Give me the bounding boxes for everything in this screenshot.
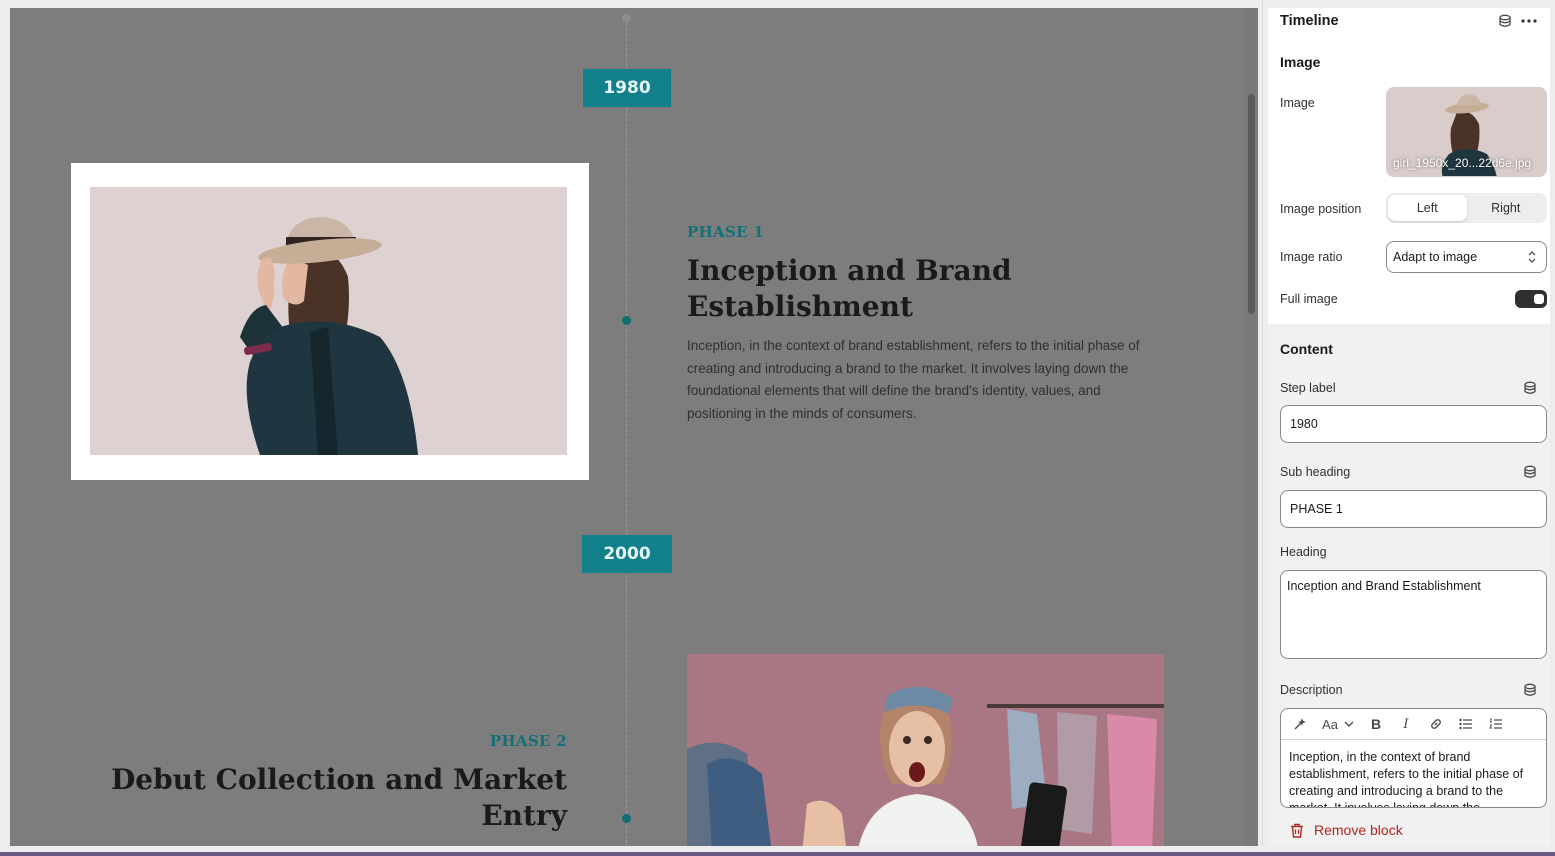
- step-1-sub-heading: PHASE 1: [687, 223, 765, 241]
- step-1-image-frame[interactable]: [71, 163, 589, 480]
- image-position-label: Image position: [1280, 202, 1362, 216]
- chevron-down-icon: [1344, 721, 1354, 727]
- step-2-sub-heading: PHASE 2: [489, 732, 567, 750]
- step-1-image: [90, 187, 567, 455]
- dynamic-source-icon[interactable]: [1521, 681, 1539, 699]
- sub-heading-label: Sub heading: [1280, 465, 1351, 479]
- image-position-left-button[interactable]: Left: [1388, 195, 1467, 221]
- image-ratio-value: Adapt to image: [1393, 250, 1478, 264]
- rte-toolbar: Aa B I: [1281, 709, 1546, 740]
- timeline-start-dot: [622, 14, 631, 23]
- step-label-label: Step label: [1280, 381, 1336, 395]
- timeline-dot-1: [622, 316, 631, 325]
- magic-sparkle-icon[interactable]: [1287, 713, 1313, 735]
- heading-label: Heading: [1280, 545, 1327, 559]
- image-position-right-button[interactable]: Right: [1467, 195, 1546, 221]
- image-picker[interactable]: girl_1950x_20...22d6e.jpg: [1386, 87, 1547, 177]
- excited-woman-shopping-photo: [687, 654, 1164, 846]
- timeline-dot-2: [622, 814, 631, 823]
- image-filename: girl_1950x_20...22d6e.jpg: [1393, 156, 1532, 170]
- toggle-knob: [1534, 294, 1544, 304]
- step-1-heading: Inception and Brand Establishment: [687, 253, 1167, 325]
- link-icon[interactable]: [1423, 713, 1449, 735]
- step-1-heading-line-2: Establishment: [687, 290, 913, 323]
- theme-editor: 1980 PHASE 1 Inception and Brand Establi…: [0, 0, 1555, 856]
- dynamic-source-icon[interactable]: [1521, 379, 1539, 397]
- italic-icon[interactable]: I: [1393, 713, 1419, 735]
- step-label-field[interactable]: 1980: [1280, 405, 1547, 443]
- numbered-list-icon[interactable]: [1483, 713, 1509, 735]
- description-editor: Aa B I Inception, in the context of bran…: [1280, 708, 1547, 808]
- description-text[interactable]: Inception, in the context of brand estab…: [1281, 740, 1546, 807]
- preview-scrollbar-thumb[interactable]: [1248, 94, 1255, 314]
- timeline-line: [626, 18, 627, 846]
- preview-canvas: 1980 PHASE 1 Inception and Brand Establi…: [10, 8, 1244, 846]
- content-section-title: Content: [1280, 341, 1333, 357]
- trash-icon: [1291, 823, 1303, 838]
- step-2-image[interactable]: [687, 654, 1164, 846]
- settings-sidebar: Timeline Image Image girl_1950x_20...22d…: [1268, 8, 1550, 846]
- step-2-heading-line-2: Entry: [481, 799, 567, 832]
- bullet-list-icon[interactable]: [1453, 713, 1479, 735]
- more-options-icon[interactable]: [1520, 12, 1538, 30]
- image-ratio-label: Image ratio: [1280, 250, 1343, 264]
- image-ratio-select[interactable]: Adapt to image: [1386, 241, 1547, 273]
- woman-with-hat-photo: [90, 187, 567, 455]
- step-1-heading-line-1: Inception and Brand: [687, 254, 1012, 287]
- bold-icon[interactable]: B: [1363, 713, 1389, 735]
- step-1-description: Inception, in the context of brand estab…: [687, 338, 1140, 421]
- select-chevron-icon: [1527, 249, 1537, 267]
- full-image-toggle[interactable]: [1515, 290, 1547, 308]
- remove-block-label: Remove block: [1314, 822, 1403, 838]
- heading-field[interactable]: Inception and Brand Establishment: [1280, 570, 1547, 659]
- step-2-heading-line-1: Debut Collection and Market: [110, 763, 567, 796]
- year-badge-1980: 1980: [583, 69, 671, 107]
- image-position-toggle: Left Right: [1386, 193, 1547, 223]
- sidebar-divider: [1262, 0, 1263, 856]
- bottom-accent-line: [0, 852, 1555, 856]
- font-size-label: Aa: [1322, 716, 1338, 732]
- font-size-dropdown[interactable]: Aa: [1317, 713, 1359, 735]
- step-2-heading: Debut Collection and Market Entry: [67, 762, 567, 834]
- database-icon[interactable]: [1496, 12, 1514, 30]
- image-label: Image: [1280, 96, 1315, 110]
- image-section-title: Image: [1280, 54, 1321, 70]
- year-badge-2000: 2000: [582, 535, 672, 573]
- dynamic-source-icon[interactable]: [1521, 463, 1539, 481]
- sidebar-title: Timeline: [1280, 13, 1339, 29]
- sub-heading-field[interactable]: PHASE 1: [1280, 490, 1547, 528]
- full-image-label: Full image: [1280, 292, 1338, 306]
- remove-block-button[interactable]: Remove block: [1290, 822, 1403, 838]
- description-label: Description: [1280, 683, 1343, 697]
